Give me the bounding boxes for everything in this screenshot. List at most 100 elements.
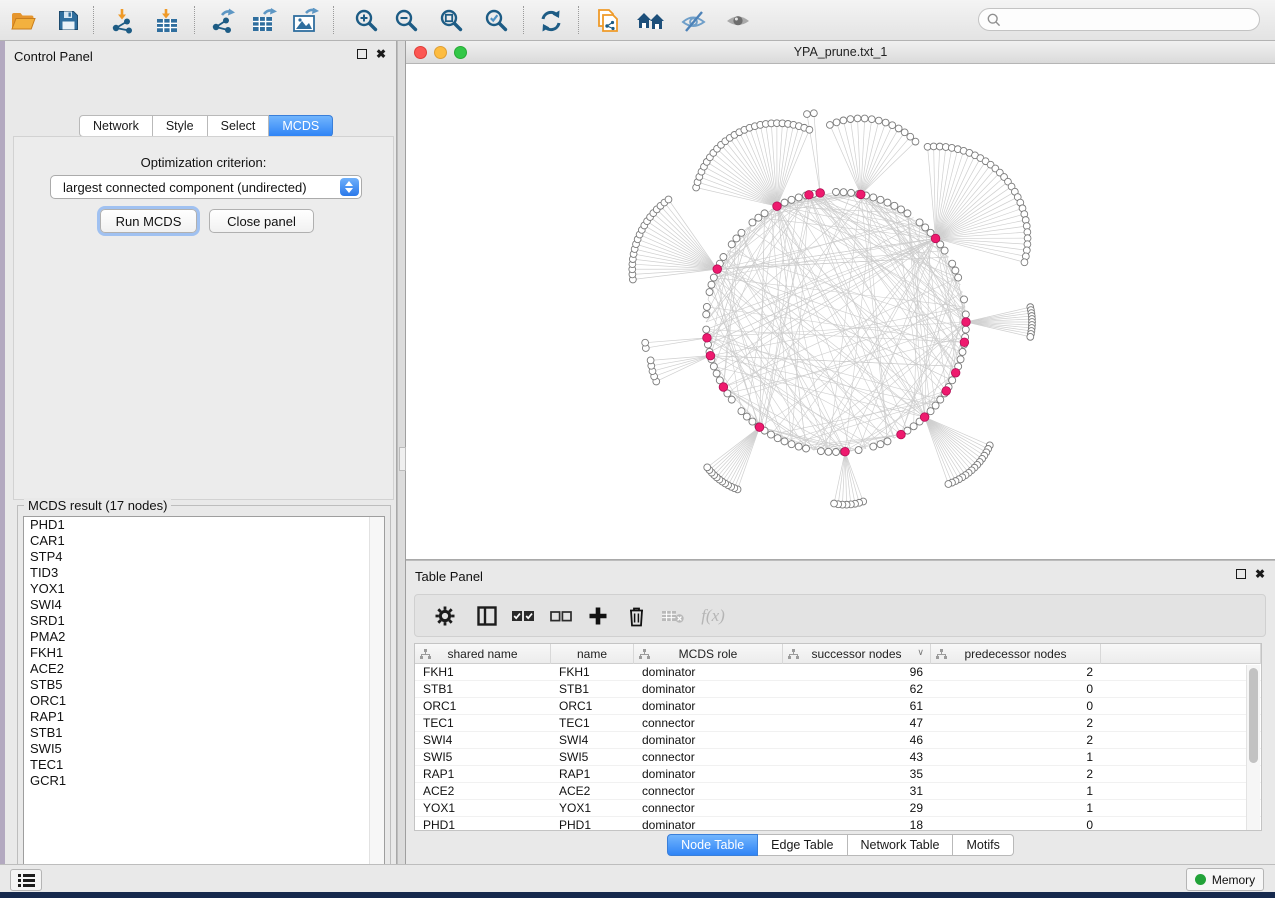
import-table-icon[interactable] (149, 6, 185, 35)
cell-shared-name[interactable]: FKH1 (415, 664, 551, 680)
cell-successor-nodes[interactable]: 18 (783, 817, 931, 831)
cell-mcds-role[interactable]: dominator (634, 664, 783, 680)
cell-shared-name[interactable]: ORC1 (415, 698, 551, 714)
cell-predecessor-nodes[interactable]: 1 (931, 749, 1101, 765)
tab-network-table[interactable]: Network Table (848, 834, 954, 856)
cell-predecessor-nodes[interactable]: 0 (931, 698, 1101, 714)
mcds-hub-node[interactable] (706, 351, 715, 360)
tab-mcds[interactable]: MCDS (269, 115, 333, 137)
run-mcds-button[interactable]: Run MCDS (100, 209, 197, 233)
cell-mcds-role[interactable]: connector (634, 715, 783, 731)
cell-name[interactable]: FKH1 (551, 664, 634, 680)
mcds-result-item[interactable]: STP4 (24, 549, 384, 565)
scrollbar-thumb[interactable] (1249, 668, 1258, 763)
cell-shared-name[interactable]: SWI5 (415, 749, 551, 765)
network-view[interactable] (406, 64, 1275, 560)
cell-shared-name[interactable]: PHD1 (415, 817, 551, 831)
close-panel-icon[interactable]: ✖ (1255, 569, 1265, 579)
optimization-criterion-select[interactable]: largest connected component (undirected) (50, 175, 362, 199)
cell-predecessor-nodes[interactable]: 2 (931, 664, 1101, 680)
float-panel-icon[interactable] (1236, 569, 1246, 579)
zoom-out-icon[interactable] (388, 6, 424, 35)
table-row[interactable]: STB1STB1dominator620 (415, 681, 1261, 698)
mcds-hub-node[interactable] (719, 383, 728, 392)
mcds-result-item[interactable]: RAP1 (24, 709, 384, 725)
mcds-result-item[interactable]: TID3 (24, 565, 384, 581)
sort-chevron-icon[interactable]: ∨ (917, 647, 924, 658)
tab-motifs[interactable]: Motifs (953, 834, 1013, 856)
task-history-button[interactable] (10, 869, 42, 891)
deselect-all-icon[interactable] (546, 602, 576, 630)
mcds-result-item[interactable]: SWI5 (24, 741, 384, 757)
table-row[interactable]: TEC1TEC1connector472 (415, 715, 1261, 732)
copy-network-icon[interactable] (590, 6, 626, 35)
cell-predecessor-nodes[interactable]: 1 (931, 800, 1101, 816)
import-network-icon[interactable] (105, 6, 141, 35)
mcds-result-item[interactable]: GCR1 (24, 773, 384, 789)
cell-name[interactable]: YOX1 (551, 800, 634, 816)
zoom-selected-icon[interactable] (478, 6, 514, 35)
column-header-predecessor-nodes[interactable]: predecessor nodes (931, 644, 1101, 664)
save-session-icon[interactable] (50, 6, 86, 35)
mcds-hub-node[interactable] (841, 447, 850, 456)
node-table[interactable]: shared namenameMCDS rolesuccessor nodes∨… (414, 643, 1262, 831)
column-header-shared-name[interactable]: shared name (415, 644, 551, 664)
panel-splitter[interactable] (397, 41, 406, 864)
mcds-hub-node[interactable] (816, 189, 825, 198)
cell-successor-nodes[interactable]: 46 (783, 732, 931, 748)
refresh-layout-icon[interactable] (533, 6, 569, 35)
mcds-result-item[interactable]: STB1 (24, 725, 384, 741)
mcds-hub-node[interactable] (703, 334, 712, 343)
cell-successor-nodes[interactable]: 62 (783, 681, 931, 697)
mcds-hub-node[interactable] (962, 318, 971, 327)
cell-mcds-role[interactable]: connector (634, 800, 783, 816)
mcds-hub-node[interactable] (755, 423, 764, 432)
show-column-panel-icon[interactable] (472, 602, 502, 630)
table-row[interactable]: ORC1ORC1dominator610 (415, 698, 1261, 715)
show-all-icon[interactable] (720, 6, 756, 35)
cell-predecessor-nodes[interactable]: 2 (931, 766, 1101, 782)
export-table-icon[interactable] (246, 6, 282, 35)
mcds-result-item[interactable]: ACE2 (24, 661, 384, 677)
cell-shared-name[interactable]: ACE2 (415, 783, 551, 799)
mcds-hub-node[interactable] (897, 430, 906, 439)
cell-mcds-role[interactable]: connector (634, 749, 783, 765)
cell-name[interactable]: SWI4 (551, 732, 634, 748)
cell-predecessor-nodes[interactable]: 1 (931, 783, 1101, 799)
cell-shared-name[interactable]: TEC1 (415, 715, 551, 731)
mcds-result-item[interactable]: TEC1 (24, 757, 384, 773)
mcds-hub-node[interactable] (773, 202, 782, 211)
cell-shared-name[interactable]: RAP1 (415, 766, 551, 782)
splitter-handle-icon[interactable] (399, 447, 406, 471)
cell-mcds-role[interactable]: dominator (634, 681, 783, 697)
cell-mcds-role[interactable]: connector (634, 783, 783, 799)
mcds-list-scrollbar[interactable] (369, 517, 384, 871)
table-options-icon[interactable] (430, 602, 460, 630)
zoom-in-icon[interactable] (348, 6, 384, 35)
tab-edge-table[interactable]: Edge Table (758, 834, 847, 856)
close-panel-icon[interactable]: ✖ (376, 49, 386, 59)
cell-mcds-role[interactable]: dominator (634, 698, 783, 714)
search-input[interactable] (1005, 10, 1255, 31)
cell-successor-nodes[interactable]: 29 (783, 800, 931, 816)
cell-successor-nodes[interactable]: 31 (783, 783, 931, 799)
cell-successor-nodes[interactable]: 96 (783, 664, 931, 680)
mcds-hub-node[interactable] (960, 338, 969, 347)
mcds-result-item[interactable]: YOX1 (24, 581, 384, 597)
cell-shared-name[interactable]: SWI4 (415, 732, 551, 748)
cell-name[interactable]: SWI5 (551, 749, 634, 765)
mcds-hub-node[interactable] (951, 368, 960, 377)
mcds-result-item[interactable]: STB5 (24, 677, 384, 693)
mcds-result-item[interactable]: PHD1 (24, 517, 384, 533)
tab-select[interactable]: Select (208, 115, 270, 137)
column-header-mcds-role[interactable]: MCDS role (634, 644, 783, 664)
cell-successor-nodes[interactable]: 61 (783, 698, 931, 714)
table-row[interactable]: YOX1YOX1connector291 (415, 800, 1261, 817)
cell-name[interactable]: PHD1 (551, 817, 634, 831)
cell-mcds-role[interactable]: dominator (634, 817, 783, 831)
cell-name[interactable]: RAP1 (551, 766, 634, 782)
table-row[interactable]: RAP1RAP1dominator352 (415, 766, 1261, 783)
cell-successor-nodes[interactable]: 47 (783, 715, 931, 731)
cell-name[interactable]: TEC1 (551, 715, 634, 731)
mcds-result-item[interactable]: PMA2 (24, 629, 384, 645)
